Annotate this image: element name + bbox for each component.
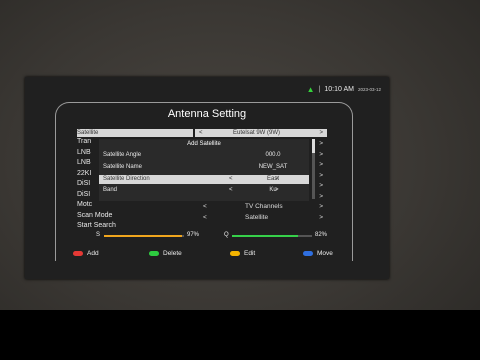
satellite-angle-field[interactable]: Satellite Angle 000.0 (99, 151, 309, 160)
scrollbar[interactable] (312, 139, 315, 199)
signal-strength-percent: 97% (187, 232, 200, 238)
chevron-left-icon[interactable]: < (229, 175, 233, 184)
menu-item-lnb-type[interactable]: LNB (77, 148, 101, 159)
satellite-value: Eutelsat 9W (9W) (233, 130, 281, 136)
legend-add[interactable]: Add (73, 250, 99, 257)
red-key-icon (73, 251, 83, 256)
status-bar: ▲ | 10:10 AM 2023-03-12 (307, 85, 381, 94)
settings-menu: Satellite Tran LNB LNB 22KI DiSI DiSI Mo… (77, 129, 193, 232)
page-title: Antenna Setting (167, 108, 247, 120)
menu-item-lnb-freq[interactable]: LNB (77, 158, 101, 169)
chevron-right-icon[interactable]: > (319, 139, 323, 150)
signal-strength-bar (104, 235, 184, 237)
clock-time: 10:10 AM (324, 86, 354, 93)
satellite-name-field[interactable]: Satellite Name NEW_SAT (99, 163, 309, 172)
blue-key-icon (303, 251, 313, 256)
chevron-right-icon[interactable]: > (275, 186, 279, 195)
chevron-right-icon[interactable]: > (319, 202, 323, 213)
signal-quality-fill (232, 235, 298, 237)
green-key-icon (149, 251, 159, 256)
signal-quality-percent: 82% (315, 232, 328, 238)
chevron-left-icon[interactable]: < (203, 213, 207, 224)
chevron-right-icon[interactable]: > (319, 129, 323, 137)
satellite-direction-field[interactable]: Satellite Direction < East > (99, 175, 309, 184)
scan-mode-value[interactable]: < TV Channels > (195, 202, 327, 213)
search-type-value[interactable]: < Satellite > (195, 213, 327, 224)
wifi-icon: ▲ (306, 85, 315, 94)
clock-date: 2023-03-12 (357, 87, 381, 92)
tv-screen: ▲ | 10:10 AM 2023-03-12 Antenna Setting … (25, 77, 389, 279)
signal-strength-label: S (96, 232, 101, 238)
signal-quality-label: Q (224, 232, 229, 238)
menu-item-22k[interactable]: 22KI (77, 169, 101, 180)
add-satellite-dialog: Add Satellite Satellite Angle 000.0 Sate… (99, 139, 309, 201)
chevron-left-icon[interactable]: < (203, 202, 207, 213)
menu-item-start-search[interactable]: Start Search (77, 221, 137, 232)
chevron-right-icon[interactable]: > (319, 192, 323, 203)
yellow-key-icon (230, 251, 240, 256)
band-field[interactable]: Band < Ku > (99, 186, 309, 195)
scrollbar-thumb[interactable] (312, 139, 315, 153)
menu-item-scan-mode[interactable]: Scan Mode (77, 211, 137, 222)
chevron-right-icon[interactable]: > (275, 175, 279, 184)
signal-strength-fill (104, 235, 182, 237)
chevron-right-icon[interactable]: > (319, 150, 323, 161)
chevron-right-icon[interactable]: > (319, 213, 323, 224)
satellite-selector[interactable]: < Eutelsat 9W (9W) > (195, 129, 327, 137)
dialog-title: Add Satellite (187, 141, 221, 147)
menu-item-diseqc2[interactable]: DiSI (77, 190, 101, 201)
menu-item-satellite[interactable]: Satellite (77, 129, 193, 137)
chevron-left-icon[interactable]: < (229, 186, 233, 195)
chevron-right-icon[interactable]: > (319, 181, 323, 192)
menu-item-diseqc1[interactable]: DiSI (77, 179, 101, 190)
legend-edit[interactable]: Edit (230, 250, 255, 257)
legend-delete[interactable]: Delete (149, 250, 182, 257)
signal-quality-bar (232, 235, 312, 237)
chevron-left-icon[interactable]: < (199, 129, 203, 137)
menu-item-motor[interactable]: Motc (77, 200, 101, 211)
chevron-right-icon[interactable]: > (319, 171, 323, 182)
room-floor (0, 310, 480, 360)
menu-item-transponder[interactable]: Tran (77, 137, 101, 148)
status-separator: | (318, 86, 321, 93)
chevron-right-icon[interactable]: > (319, 160, 323, 171)
legend-move[interactable]: Move (303, 250, 333, 257)
